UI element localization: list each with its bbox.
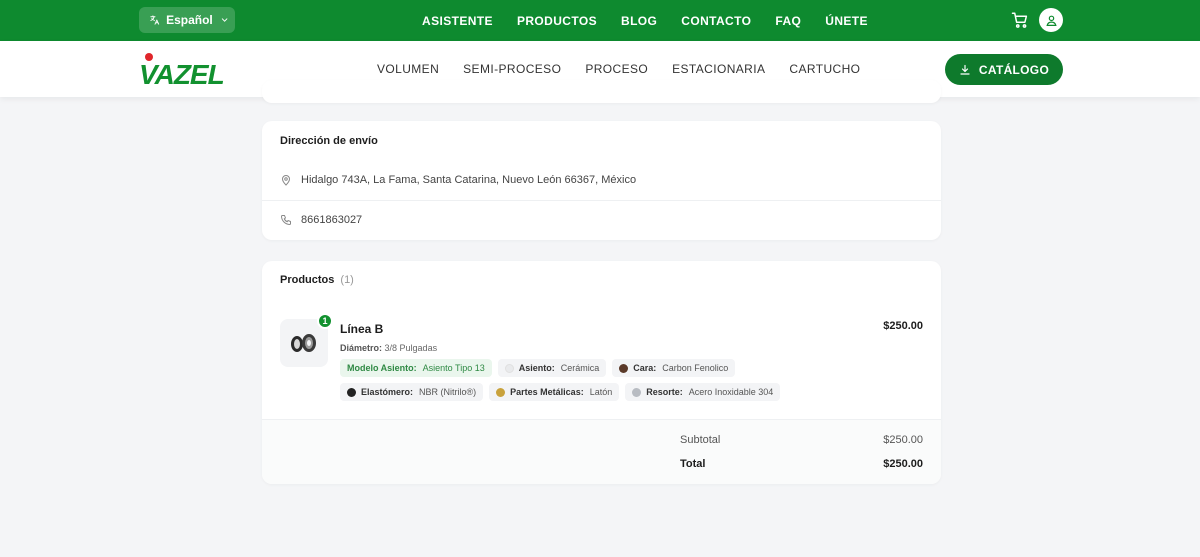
translate-icon — [150, 15, 160, 25]
attribute-chips-row-1: Modelo Asiento: Asiento Tipo 13 Asiento:… — [340, 359, 741, 377]
vazel-logo[interactable]: VAZEL — [139, 52, 247, 86]
color-swatch-icon — [632, 387, 642, 397]
attribute-chip: Asiento: Cerámica — [497, 359, 607, 377]
color-swatch-icon — [347, 387, 356, 397]
chip-value: NBR (Nitrilo®) — [419, 387, 477, 397]
diameter-label: Diámetro: — [340, 343, 383, 353]
language-selector[interactable]: Español — [139, 7, 235, 33]
subtotal-label: Subtotal — [680, 434, 721, 446]
quantity-badge: 1 — [317, 313, 333, 329]
diameter-value: 3/8 Pulgadas — [384, 343, 438, 353]
catalog-label: CATÁLOGO — [978, 62, 1050, 77]
shipping-phone-row: 8661863027 — [280, 214, 362, 226]
nav-cartucho[interactable]: CARTUCHO — [789, 62, 860, 76]
shipping-phone: 8661863027 — [301, 214, 363, 226]
cart-icon[interactable] — [1011, 11, 1029, 29]
nav-estacionaria[interactable]: ESTACIONARIA — [672, 62, 765, 76]
phone-icon — [281, 215, 291, 225]
topnav-faq[interactable]: FAQ — [775, 14, 801, 28]
topnav-blog[interactable]: BLOG — [621, 14, 657, 28]
nav-semi-proceso[interactable]: SEMI-PROCESO — [463, 62, 561, 76]
language-label: Español — [166, 13, 213, 27]
attribute-chips-row-2: Elastómero: NBR (Nitrilo®) Partes Metáli… — [340, 383, 786, 401]
previous-card — [262, 80, 941, 103]
attribute-chip: Partes Metálicas: Latón — [489, 383, 620, 401]
topnav-contacto[interactable]: CONTACTO — [681, 14, 751, 28]
top-nav: ASISTENTE PRODUCTOS BLOG CONTACTO FAQ ÚN… — [410, 0, 880, 41]
attribute-chip: Resorte: Acero Inoxidable 304 — [625, 383, 781, 401]
chip-value: Cerámica — [560, 363, 600, 373]
products-title-text: Productos — [280, 274, 335, 286]
shipping-address: Hidalgo 743A, La Fama, Santa Catarina, N… — [301, 174, 637, 186]
chip-label: Asiento: — [518, 363, 555, 373]
chip-value: Carbon Fenolico — [662, 363, 729, 373]
topnav-asistente[interactable]: ASISTENTE — [422, 14, 493, 28]
product-diameter: Diámetro: 3/8 Pulgadas — [340, 343, 437, 353]
chip-label: Cara: — [633, 363, 657, 373]
products-count: (1) — [340, 274, 354, 286]
topnav-unete[interactable]: ÚNETE — [825, 14, 868, 28]
color-swatch-icon — [619, 363, 629, 373]
chip-label: Elastómero: — [361, 387, 414, 397]
mechanical-seal-image — [291, 334, 316, 352]
nav-proceso[interactable]: PROCESO — [585, 62, 648, 76]
products-title: Productos (1) — [280, 274, 354, 286]
shipping-divider — [262, 200, 941, 201]
attribute-chip: Elastómero: NBR (Nitrilo®) — [340, 383, 484, 401]
product-price: $250.00 — [883, 320, 923, 332]
product-name[interactable]: Línea B — [340, 322, 383, 336]
attribute-chip: Modelo Asiento: Asiento Tipo 13 — [340, 359, 492, 377]
shipping-card: Dirección de envío Hidalgo 743A, La Fama… — [262, 121, 941, 240]
location-pin-icon — [281, 175, 291, 186]
chip-label: Partes Metálicas: — [510, 387, 584, 397]
shipping-title: Dirección de envío — [280, 135, 378, 147]
chip-value: Asiento Tipo 13 — [422, 363, 485, 373]
nav-volumen[interactable]: VOLUMEN — [377, 62, 439, 76]
top-bar: Español ASISTENTE PRODUCTOS BLOG CONTACT… — [0, 0, 1200, 41]
chip-label: Resorte: — [646, 387, 683, 397]
subtotal-value: $250.00 — [883, 434, 923, 446]
chevron-down-icon — [221, 18, 228, 22]
user-icon — [1045, 15, 1057, 26]
order-totals: Subtotal $250.00 Total $250.00 — [262, 419, 941, 484]
shipping-address-row: Hidalgo 743A, La Fama, Santa Catarina, N… — [280, 174, 636, 186]
download-icon — [960, 64, 970, 75]
chip-value: Latón — [589, 387, 613, 397]
total-value: $250.00 — [883, 458, 923, 470]
products-card: Productos (1) 1 Línea B $250.00 Diámetro:… — [262, 261, 941, 484]
attribute-chip: Cara: Carbon Fenolico — [612, 359, 736, 377]
logo-text: VAZEL — [139, 59, 224, 86]
catalog-download-button[interactable]: CATÁLOGO — [945, 54, 1063, 85]
user-avatar-button[interactable] — [1039, 8, 1063, 32]
color-swatch-icon — [496, 387, 506, 397]
topnav-productos[interactable]: PRODUCTOS — [517, 14, 597, 28]
chip-label: Modelo Asiento: — [347, 363, 417, 373]
chip-value: Acero Inoxidable 304 — [688, 387, 774, 397]
color-swatch-icon — [504, 363, 514, 373]
total-label: Total — [680, 458, 706, 470]
